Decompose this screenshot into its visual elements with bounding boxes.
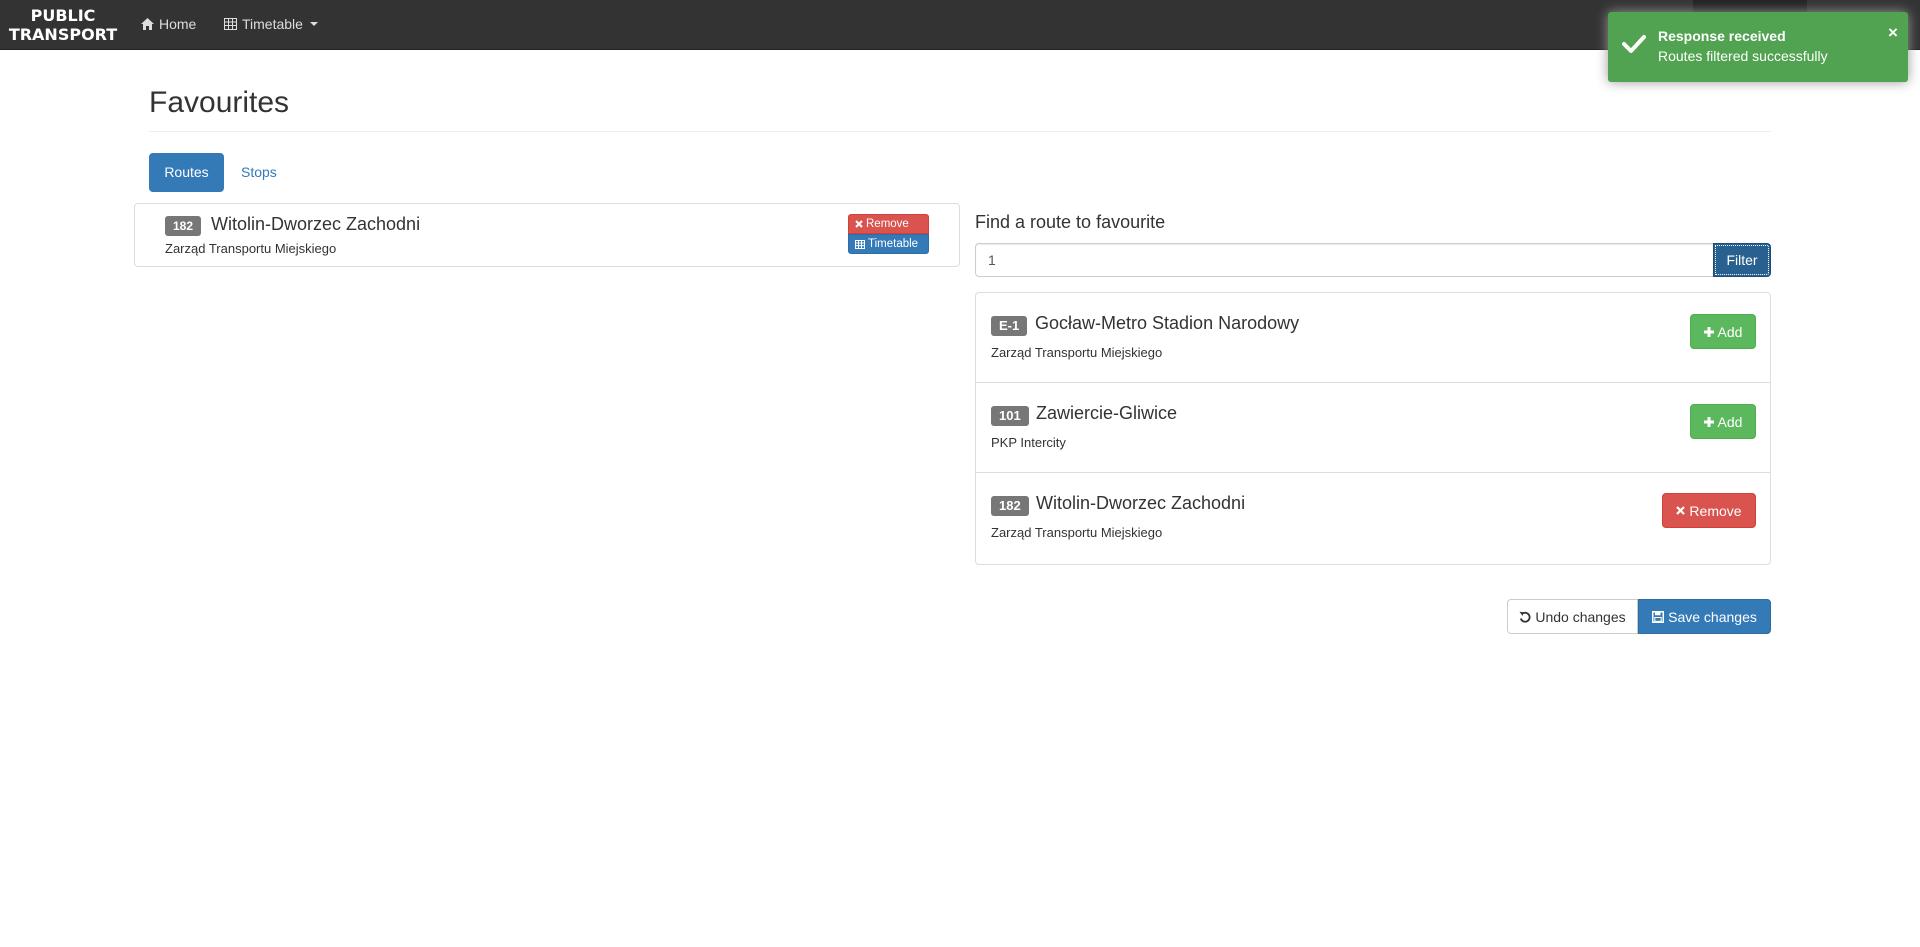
nav-timetable-dropdown[interactable]: Timetable xyxy=(224,16,318,32)
brand-line-2: TRANSPORT xyxy=(8,25,118,44)
undo-icon xyxy=(1519,611,1531,623)
undo-changes-button[interactable]: Undo changes xyxy=(1507,599,1638,634)
add-route-label: Add xyxy=(1717,323,1743,340)
finder-title: Find a route to favourite xyxy=(975,212,1166,232)
table-icon xyxy=(224,18,237,30)
toast-title: Response received xyxy=(1658,28,1786,44)
route-operator: PKP Intercity xyxy=(991,435,1066,450)
add-route-button[interactable]: Add xyxy=(1690,314,1756,349)
tab-routes[interactable]: Routes xyxy=(149,153,224,192)
remove-icon xyxy=(1676,506,1686,515)
checkmark-icon xyxy=(1622,35,1646,53)
nav-home-link[interactable]: Home xyxy=(141,16,196,32)
plus-icon xyxy=(1703,416,1714,427)
filter-button[interactable]: Filter xyxy=(1713,243,1771,277)
route-name: Witolin-Dworzec Zachodni xyxy=(211,214,421,234)
undo-changes-label: Undo changes xyxy=(1535,608,1626,625)
remove-icon xyxy=(855,220,863,228)
save-icon xyxy=(1652,610,1665,623)
search-results-list: E-1 Gocław-Metro Stadion Narodowy Zarząd… xyxy=(975,292,1771,565)
route-number-badge: 101 xyxy=(991,406,1029,426)
close-icon[interactable]: × xyxy=(1888,24,1898,41)
toast-notification: Response received Routes filtered succes… xyxy=(1608,12,1908,82)
brand-line-1: PUBLIC xyxy=(30,6,96,25)
add-route-label: Add xyxy=(1717,413,1743,430)
list-item: E-1 Gocław-Metro Stadion Narodowy Zarząd… xyxy=(976,293,1770,383)
route-operator: Zarząd Transportu Miejskiego xyxy=(165,241,337,256)
page-title: Favourites xyxy=(149,86,290,119)
nav-timetable-label: Timetable xyxy=(242,16,303,32)
tab-stops[interactable]: Stops xyxy=(226,153,292,192)
list-item: 101 Zawiercie-Gliwice PKP Intercity Add xyxy=(976,383,1770,473)
remove-route-button[interactable]: Remove xyxy=(1662,493,1756,528)
caret-down-icon xyxy=(309,22,318,26)
navbar-right-item xyxy=(1693,0,1807,12)
favourite-remove-label: Remove xyxy=(866,217,909,230)
title-divider xyxy=(149,131,1771,132)
favourite-remove-button[interactable]: Remove xyxy=(848,214,929,234)
favourite-timetable-button[interactable]: Timetable xyxy=(848,234,929,254)
route-operator: Zarząd Transportu Miejskiego xyxy=(991,345,1163,360)
list-item: 182 Witolin-Dworzec Zachodni Zarząd Tran… xyxy=(976,473,1770,563)
favourites-list: 182 Witolin-Dworzec Zachodni Zarząd Tran… xyxy=(134,203,960,267)
add-route-button[interactable]: Add xyxy=(1690,404,1756,439)
route-number-badge: 182 xyxy=(165,216,202,236)
table-icon xyxy=(855,239,865,249)
route-number-badge: E-1 xyxy=(991,316,1028,336)
favourite-timetable-label: Timetable xyxy=(868,237,919,250)
remove-route-label: Remove xyxy=(1689,502,1742,519)
route-name: Gocław-Metro Stadion Narodowy xyxy=(1035,313,1300,333)
route-name: Witolin-Dworzec Zachodni xyxy=(1036,493,1246,513)
brand-logo[interactable]: PUBLIC TRANSPORT xyxy=(8,6,118,44)
nav-home-label: Home xyxy=(159,16,197,32)
route-operator: Zarząd Transportu Miejskiego xyxy=(991,525,1163,540)
route-number-badge: 182 xyxy=(991,496,1029,516)
route-search-input[interactable] xyxy=(975,243,1714,277)
save-changes-button[interactable]: Save changes xyxy=(1638,599,1771,634)
save-changes-label: Save changes xyxy=(1668,608,1757,625)
route-name: Zawiercie-Gliwice xyxy=(1036,403,1178,423)
toast-message: Routes filtered successfully xyxy=(1658,48,1828,64)
plus-icon xyxy=(1703,326,1714,337)
home-icon xyxy=(141,18,154,30)
